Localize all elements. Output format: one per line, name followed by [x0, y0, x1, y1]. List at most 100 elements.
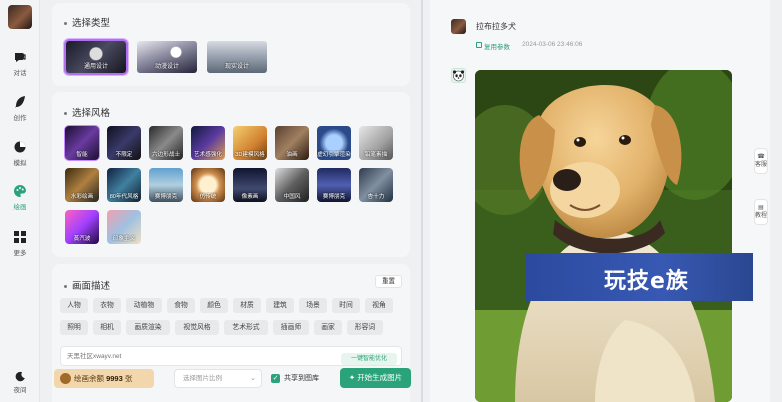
prompt-tag[interactable]: 画质渲染	[126, 320, 170, 335]
sidebar: 对话 创作 模拟 绘画 更多 夜间	[0, 0, 40, 402]
sparkle-icon: ✦	[348, 373, 358, 382]
style-label: 蒸汽波	[73, 236, 91, 242]
style-section: 选择风格 智能 不限定 六边形战士 艺术感强化 3D建模风格 油画 虚幻引擎渲染 铅笔素描水彩…	[52, 92, 410, 257]
style-tile[interactable]: 智能	[64, 125, 100, 161]
style-label: 虚幻引擎渲染	[317, 152, 351, 158]
type-card-general[interactable]: 通用设计	[64, 39, 128, 75]
prompt-tag[interactable]: 颜色	[200, 298, 228, 313]
labrador-dog-image	[475, 70, 732, 402]
style-label: 六边形战士	[152, 152, 180, 158]
watermark-text: 玩技e族	[604, 269, 689, 294]
style-tile[interactable]: 中国风	[274, 167, 310, 203]
sidebar-item-label: 创作	[13, 115, 27, 122]
style-tile[interactable]: 不限定	[106, 125, 142, 161]
style-tile[interactable]: 水彩绘画	[64, 167, 100, 203]
style-label: 赛博朋克	[322, 194, 346, 200]
type-card-label: 现实设计	[224, 64, 249, 70]
prompt-tag[interactable]: 艺术形式	[224, 320, 268, 335]
style-tile[interactable]: 赛博朋克	[148, 167, 184, 203]
share-to-gallery-checkbox[interactable]: ✓ 共享到图库	[271, 372, 319, 385]
prompt-input[interactable]	[61, 347, 321, 365]
style-tile[interactable]: 铅笔素描	[358, 125, 394, 161]
style-tile[interactable]: 六边形战士	[148, 125, 184, 161]
prompt-tag[interactable]: 插画师	[273, 320, 309, 335]
type-card-anime[interactable]: 动漫设计	[135, 39, 199, 75]
headset-icon: ☎	[757, 154, 765, 160]
panel-divider[interactable]	[421, 0, 423, 402]
prompt-tag[interactable]: 视觉风格	[175, 320, 219, 335]
sidebar-item-simulate[interactable]: 模拟	[0, 140, 40, 167]
style-label: 像素画	[241, 194, 259, 200]
style-tile[interactable]: 虚幻引擎渲染	[316, 125, 352, 161]
prompt-tag[interactable]: 食物	[167, 298, 195, 313]
palette-icon	[14, 184, 26, 197]
coin-icon	[60, 373, 71, 384]
style-label: 赛博朋克	[154, 194, 178, 200]
style-section-title: 选择风格	[64, 105, 110, 119]
style-tile[interactable]: 80年代风格	[106, 167, 142, 203]
aspect-ratio-select[interactable]: 选择图片比例 ⌄	[174, 369, 262, 388]
watermark-banner: 玩技e族	[526, 253, 753, 301]
generate-button[interactable]: ✦ 开始生成图片	[340, 368, 411, 388]
style-tile[interactable]: 蒸汽波	[64, 209, 100, 245]
type-card-label: 动漫设计	[154, 64, 179, 70]
style-tile[interactable]: 3D建模风格	[232, 125, 268, 161]
prompt-tag[interactable]: 人物	[60, 298, 88, 313]
generated-image[interactable]	[475, 70, 732, 402]
type-card-realistic[interactable]: 现实设计	[205, 39, 269, 75]
style-tile[interactable]: 赛博朋克	[316, 167, 352, 203]
user-avatar	[451, 19, 466, 34]
enhance-button[interactable]: 一键智能优化	[341, 353, 397, 365]
prompt-tag[interactable]: 相机	[93, 320, 121, 335]
result-panel: 拉布拉多犬 复用参数 2024-03-06 23:46:06 ☎ 客服 ▤ 教程	[430, 0, 770, 402]
book-icon: ▤	[758, 205, 764, 211]
credit-unit: 张	[124, 374, 133, 383]
prompt-tag[interactable]: 形容词	[347, 320, 383, 335]
prompt-tag[interactable]: 视角	[365, 298, 393, 313]
style-tile[interactable]: 油画	[274, 125, 310, 161]
style-label: 艺术感强化	[194, 152, 222, 158]
prompt-tag[interactable]: 画家	[314, 320, 342, 335]
prompt-tag[interactable]: 衣物	[93, 298, 121, 313]
style-label: 铅笔素描	[364, 152, 388, 158]
sidebar-item-create[interactable]: 创作	[0, 95, 40, 122]
dark-mode-toggle[interactable]: 夜间	[0, 371, 40, 394]
aspect-ratio-placeholder: 选择图片比例	[183, 375, 222, 382]
panda-icon	[452, 70, 465, 82]
copy-icon	[476, 42, 482, 48]
style-tile[interactable]: 印象主义	[106, 209, 142, 245]
sidebar-item-label: 对话	[13, 70, 27, 77]
credit-label: 绘画余额	[74, 374, 104, 383]
tutorial-tab[interactable]: ▤ 教程	[754, 199, 768, 225]
sidebar-item-paint[interactable]: 绘画	[0, 184, 40, 211]
prompt-tag[interactable]: 动植物	[126, 298, 162, 313]
prompt-tag[interactable]: 场景	[299, 298, 327, 313]
prompt-tag[interactable]: 材质	[233, 298, 261, 313]
checkbox-checked-icon: ✓	[271, 374, 280, 383]
style-label: 智能	[76, 152, 88, 158]
type-card-label: 通用设计	[83, 64, 108, 70]
style-label: 杏十力	[367, 194, 385, 200]
reset-button[interactable]: 重置	[375, 275, 402, 288]
sidebar-item-more[interactable]: 更多	[0, 230, 40, 257]
user-avatar[interactable]	[8, 5, 32, 29]
style-tile[interactable]: 艺术感强化	[190, 125, 226, 161]
style-label: 中国风	[283, 194, 301, 200]
style-tile[interactable]: 仿传统	[190, 167, 226, 203]
drawing-settings-panel: 选择类型 通用设计 动漫设计 现实设计 选择风格 智能 不限定 六边形战士 艺术感强化…	[52, 3, 410, 402]
sidebar-item-chat[interactable]: 对话	[0, 50, 40, 77]
style-label: 油画	[286, 152, 298, 158]
timestamp: 2024-03-06 23:46:06	[522, 41, 583, 48]
prompt-tag[interactable]: 建筑	[266, 298, 294, 313]
prompt-tag[interactable]: 照明	[60, 320, 88, 335]
reuse-label: 复用参数	[484, 44, 510, 51]
sidebar-item-label: 夜间	[13, 387, 27, 394]
style-tile[interactable]: 杏十力	[358, 167, 394, 203]
feather-icon	[15, 96, 25, 108]
chart-icon	[14, 141, 26, 153]
prompt-tag[interactable]: 时间	[332, 298, 360, 313]
customer-service-tab[interactable]: ☎ 客服	[754, 148, 768, 174]
style-tile[interactable]: 像素画	[232, 167, 268, 203]
reuse-params-button[interactable]: 复用参数	[476, 41, 510, 51]
prompt-input-box: 一键智能优化	[60, 346, 402, 366]
